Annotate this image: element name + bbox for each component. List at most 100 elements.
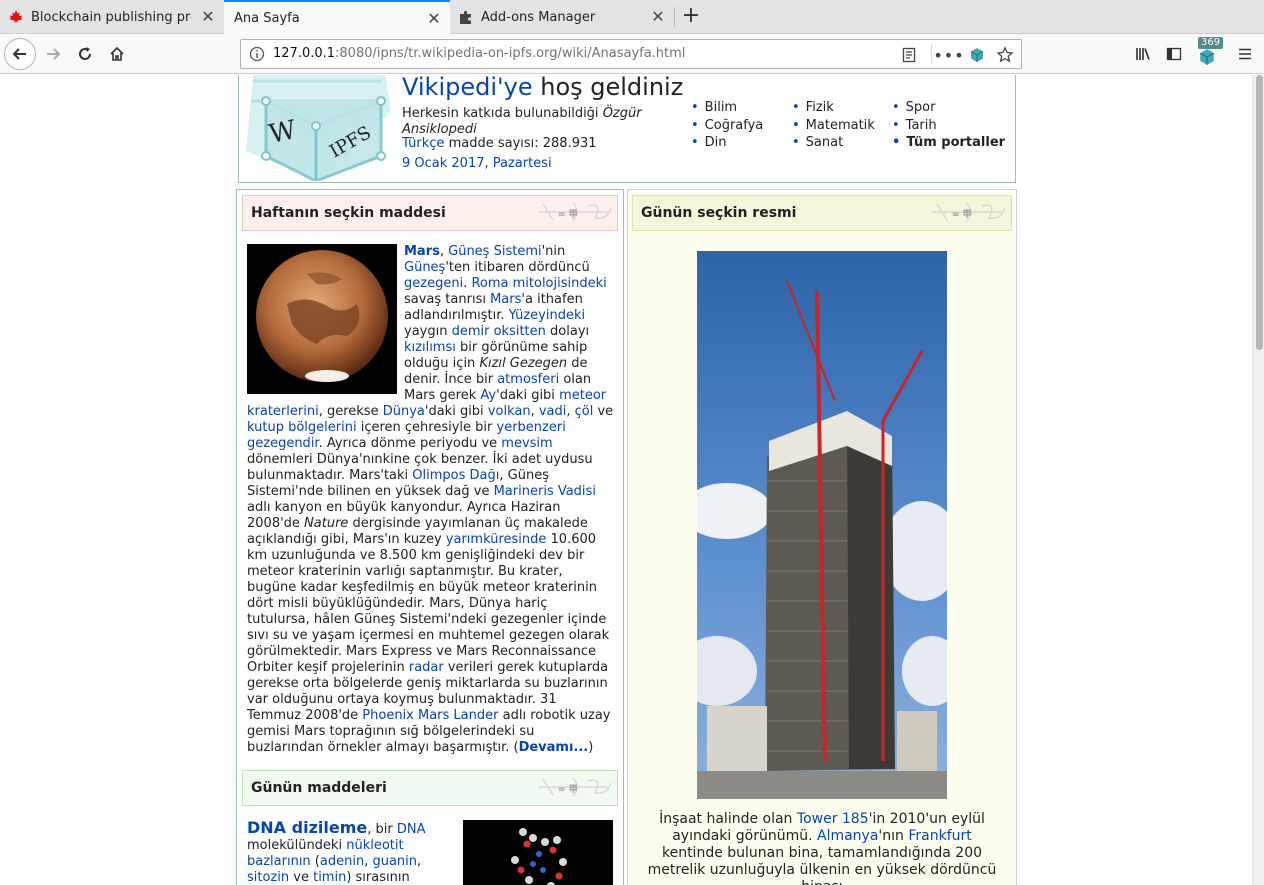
link[interactable]: vadi xyxy=(539,404,567,419)
reader-view-icon[interactable] xyxy=(899,45,919,65)
link[interactable]: Güneş Sistemi xyxy=(448,244,541,259)
scrollbar-thumb[interactable] xyxy=(1256,75,1263,350)
tab-addons[interactable]: Add-ons Manager ✕ xyxy=(450,0,674,34)
link[interactable]: Phoenix Mars Lander xyxy=(362,708,498,723)
welcome-title: Vikipedi'ye hoş geldiniz xyxy=(402,75,683,101)
bookmark-star-icon[interactable] xyxy=(995,45,1015,65)
dna-image[interactable] xyxy=(463,820,613,885)
link-mars[interactable]: Mars xyxy=(404,244,440,259)
portal-bilim[interactable]: Bilim xyxy=(691,99,763,117)
menu-button[interactable] xyxy=(1230,39,1260,69)
link[interactable]: demir oksitten xyxy=(452,324,546,339)
link[interactable]: mevsim xyxy=(501,436,552,451)
tab-ana-sayfa[interactable]: Ana Sayfa ✕ xyxy=(224,0,450,35)
nav-bar: 127.0.0.1:8080/ipns/tr.wikipedia-on-ipfs… xyxy=(0,34,1264,74)
link[interactable]: çöl xyxy=(575,404,594,419)
picture-caption: İnşaat halinde olan Tower 185'in 2010'un… xyxy=(647,811,997,885)
link[interactable]: Olimpos Dağı xyxy=(412,468,499,483)
portal-all[interactable]: Tüm portaller xyxy=(892,134,1005,152)
wikipedia-ipfs-logo[interactable]: W IPFS xyxy=(241,75,391,181)
link[interactable]: timin xyxy=(313,870,346,885)
left-column: Haftanın seçkin maddesi ∞ 甲 Mars, Güneş … xyxy=(236,189,624,885)
portal-column: Spor Tarih Tüm portaller xyxy=(892,99,1005,152)
page-actions-icon[interactable]: ••• xyxy=(933,45,963,65)
reload-button[interactable] xyxy=(70,39,100,69)
link[interactable]: sitozin xyxy=(247,870,289,885)
ipfs-cube-icon[interactable] xyxy=(967,45,987,65)
current-date: 9 Ocak 2017, Pazartesi xyxy=(402,156,552,171)
link[interactable]: DNA xyxy=(397,822,426,837)
forward-button[interactable] xyxy=(38,39,68,69)
svg-text:∞ 甲: ∞ 甲 xyxy=(952,209,972,220)
dna-title-link[interactable]: DNA dizileme xyxy=(247,818,367,837)
tower-185-image[interactable] xyxy=(697,251,947,799)
tab-title: Add-ons Manager xyxy=(481,9,596,25)
date-link[interactable]: 9 Ocak 2017 xyxy=(402,156,485,171)
link[interactable]: kızılımsı xyxy=(404,340,456,355)
link[interactable]: gezegeni xyxy=(404,276,463,291)
portal-column: Bilim Coğrafya Din xyxy=(691,99,764,152)
portal-cografya[interactable]: Coğrafya xyxy=(691,117,764,135)
link[interactable]: Marineris Vadisi xyxy=(494,484,596,499)
library-button[interactable] xyxy=(1128,39,1158,69)
home-button[interactable] xyxy=(102,39,132,69)
link[interactable]: Ay xyxy=(480,388,496,403)
turkish-link[interactable]: Türkçe xyxy=(402,136,444,151)
info-icon[interactable] xyxy=(249,46,265,62)
url-bar[interactable]: 127.0.0.1:8080/ipns/tr.wikipedia-on-ipfs… xyxy=(240,39,1022,69)
link[interactable]: Dünya xyxy=(383,404,425,419)
back-button[interactable] xyxy=(4,38,36,70)
welcome-banner: W IPFS Vikipedi'ye hoş geldiniz Herkesin… xyxy=(238,75,1016,183)
featured-article-header: Haftanın seçkin maddesi ∞ 甲 xyxy=(242,195,618,231)
portal-tarih[interactable]: Tarih xyxy=(892,117,1005,135)
more-link[interactable]: Devamı... xyxy=(519,740,589,755)
link[interactable]: adenin xyxy=(320,854,364,869)
portal-sanat[interactable]: Sanat xyxy=(792,134,875,152)
tab-title: Ana Sayfa xyxy=(234,11,300,26)
reload-icon xyxy=(79,47,91,60)
portal-fizik[interactable]: Fizik xyxy=(792,99,875,117)
svg-text:∞ 甲: ∞ 甲 xyxy=(558,784,578,795)
link[interactable]: guanin xyxy=(372,854,417,869)
decorative-script-icon: ∞ 甲 xyxy=(932,202,1006,222)
link[interactable]: yarımküresinde xyxy=(446,532,547,547)
link[interactable]: volkan xyxy=(488,404,531,419)
tab-bar: Blockchain publishing prot ✕ Ana Sayfa ✕… xyxy=(0,0,1264,35)
puzzle-icon xyxy=(460,11,471,24)
link[interactable]: Güneş xyxy=(404,260,445,275)
link-frankfurt[interactable]: Frankfurt xyxy=(908,828,971,844)
vertical-scrollbar[interactable] xyxy=(1252,75,1264,885)
close-tab-icon[interactable]: ✕ xyxy=(200,9,216,25)
tab-blockchain[interactable]: Blockchain publishing prot ✕ xyxy=(0,0,224,34)
new-tab-button[interactable]: + xyxy=(678,4,704,30)
url-divider xyxy=(931,44,932,64)
day-link[interactable]: Pazartesi xyxy=(493,156,552,171)
link-almanya[interactable]: Almanya xyxy=(817,828,878,844)
link[interactable]: Mars xyxy=(490,292,521,307)
welcome-title-rest: hoş geldiniz xyxy=(540,75,684,101)
hamburger-menu-icon xyxy=(1239,48,1251,60)
tab-title: Blockchain publishing prot xyxy=(31,9,191,25)
daily-articles-header: Günün maddeleri ∞ 甲 xyxy=(242,770,618,806)
back-arrow-icon xyxy=(12,48,26,60)
url-text[interactable]: 127.0.0.1:8080/ipns/tr.wikipedia-on-ipfs… xyxy=(273,46,685,61)
peer-count-badge: 369 xyxy=(1198,37,1224,49)
link-tower-185[interactable]: Tower 185 xyxy=(797,811,869,827)
daily-article-text: DNA dizileme, bir DNA molekülündeki nükl… xyxy=(247,818,426,885)
vikipedi-link[interactable]: Vikipedi'ye xyxy=(402,75,533,101)
link[interactable]: kutup bölgelerini xyxy=(247,420,357,435)
link[interactable]: atmosferi xyxy=(497,372,559,387)
close-tab-icon[interactable]: ✕ xyxy=(650,9,666,25)
portal-spor[interactable]: Spor xyxy=(892,99,1005,117)
portal-din[interactable]: Din xyxy=(691,134,763,152)
close-tab-icon[interactable]: ✕ xyxy=(426,11,442,27)
link[interactable]: Yüzeyindeki xyxy=(509,308,585,323)
link[interactable]: Roma mitolojisindeki xyxy=(471,276,606,291)
link[interactable]: radar xyxy=(409,660,444,675)
article-count: Türkçe madde sayısı: 288.931 xyxy=(402,136,597,151)
featured-article-text: Mars, Güneş Sistemi'nin Güneş'ten itibar… xyxy=(247,244,614,755)
portal-matematik[interactable]: Matematik xyxy=(792,117,875,135)
page-viewport: W IPFS Vikipedi'ye hoş geldiniz Herkesin… xyxy=(0,75,1252,885)
forward-arrow-icon xyxy=(47,48,61,60)
sidebar-button[interactable] xyxy=(1159,39,1189,69)
